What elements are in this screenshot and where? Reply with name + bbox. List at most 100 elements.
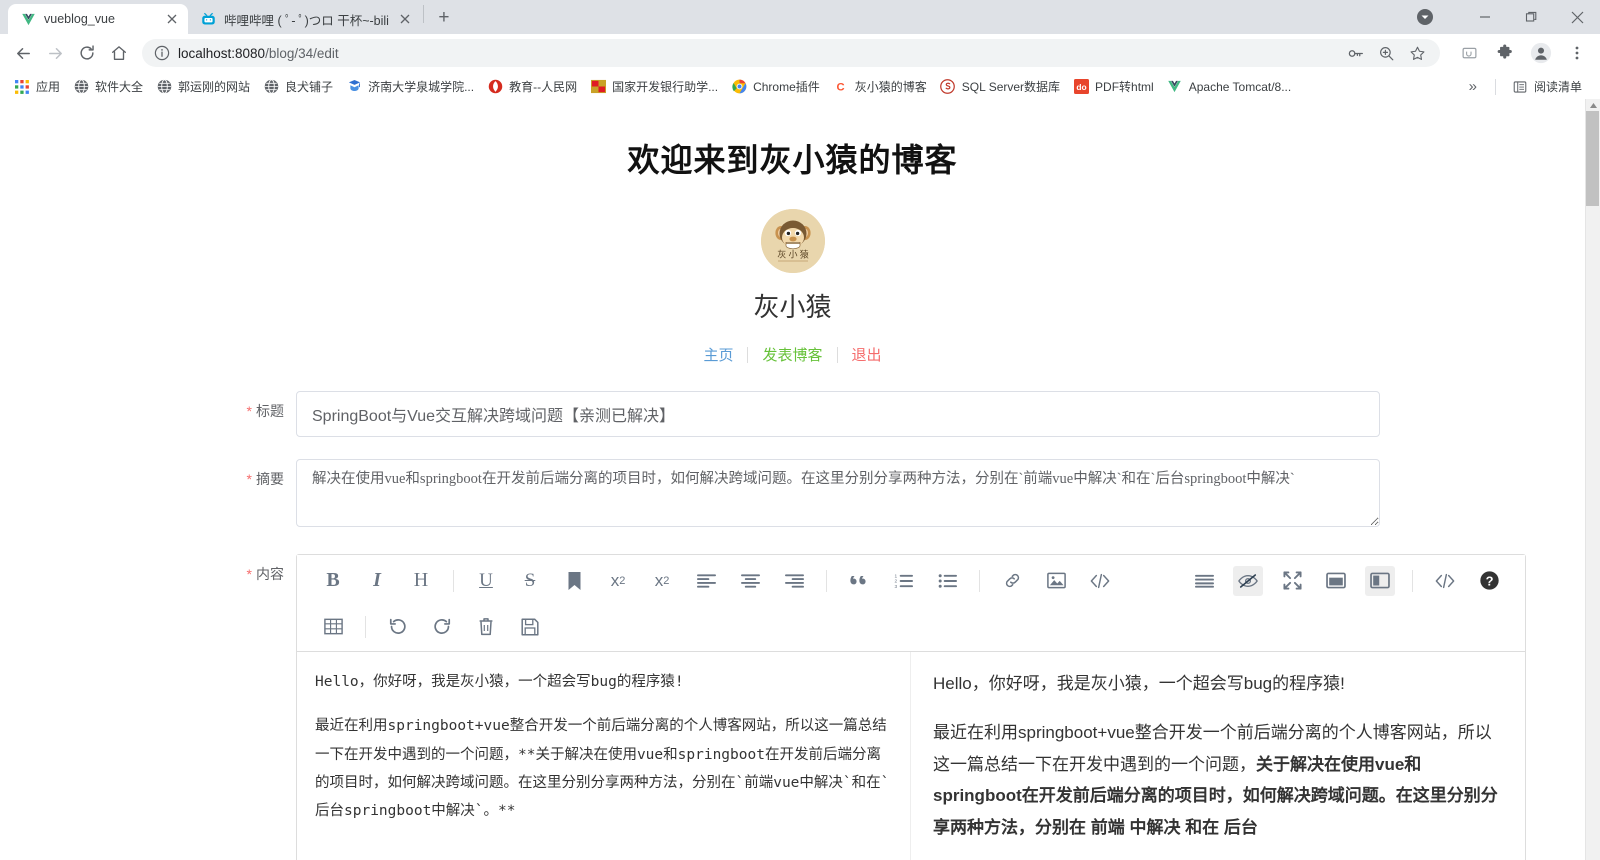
title-input[interactable]	[296, 391, 1380, 437]
svg-text:do: do	[1076, 82, 1086, 92]
align-left-icon[interactable]	[691, 566, 721, 596]
maximize-icon[interactable]	[1508, 0, 1554, 34]
bookmark-label: 教育--人民网	[509, 80, 578, 94]
browser-tab-inactive[interactable]: 哔哩哔哩 ( ﾟ- ﾟ)つロ 干杯~-bili	[188, 4, 421, 34]
title-field-label: * 标题	[0, 391, 296, 431]
reload-icon[interactable]	[72, 38, 102, 68]
bookmark-tomcat[interactable]: Apache Tomcat/8...	[1161, 76, 1298, 98]
form-spacer	[0, 437, 1585, 459]
bookmark-csdn-blog[interactable]: C 灰小猿的博客	[827, 75, 933, 98]
trash-icon[interactable]	[471, 612, 501, 642]
reading-list-label: 阅读清单	[1533, 80, 1582, 94]
url-text: localhost:8080/blog/34/edit	[178, 46, 1339, 61]
close-icon[interactable]	[1554, 0, 1600, 34]
minimize-icon[interactable]	[1462, 0, 1508, 34]
bilibili-icon	[200, 11, 216, 27]
form-spacer	[0, 532, 1585, 554]
bookmark-softwares[interactable]: 软件大全	[67, 75, 149, 98]
bookmark-pdf2html[interactable]: do PDF转html	[1067, 75, 1160, 98]
scroll-up-arrow-icon[interactable]	[1589, 101, 1598, 110]
toc-icon[interactable]	[1189, 566, 1219, 596]
home-icon[interactable]	[104, 38, 134, 68]
bookmark-people-edu[interactable]: 教育--人民网	[481, 75, 583, 98]
superscript-icon[interactable]: x2	[603, 566, 633, 596]
header-icon[interactable]: H	[406, 566, 436, 596]
page-scrollbar-track[interactable]	[1585, 99, 1600, 860]
markdown-toolbar-row-1: B I H U S x2 x 2 1 2 3 ?	[311, 557, 1511, 604]
profile-avatar-icon[interactable]	[1526, 38, 1556, 68]
preview-toggle-icon[interactable]	[1233, 565, 1263, 596]
address-bar[interactable]: localhost:8080/blog/34/edit	[142, 39, 1440, 67]
bookmark-cdb[interactable]: 国家开发银行助学...	[584, 75, 724, 98]
nav-link-publish[interactable]: 发表博客	[748, 344, 836, 365]
site-info-icon[interactable]	[154, 45, 170, 61]
media-router-icon[interactable]	[1454, 38, 1484, 68]
html-source-icon[interactable]	[1430, 566, 1460, 596]
forward-arrow-icon[interactable]	[40, 38, 70, 68]
help-icon[interactable]: ?	[1474, 566, 1504, 596]
zoom-in-icon[interactable]	[1378, 45, 1395, 62]
bookmark-label: 软件大全	[95, 80, 144, 94]
subscript-icon[interactable]: x2	[647, 566, 677, 596]
bookmark-university[interactable]: 济南大学泉城学院...	[340, 75, 480, 98]
page-scrollbar-thumb[interactable]	[1586, 111, 1599, 206]
bookmark-label: 灰小猿的博客	[854, 80, 927, 94]
undo-icon[interactable]	[383, 612, 413, 642]
url-host: localhost:8080	[178, 45, 266, 61]
profile-dropdown-icon[interactable]	[1402, 0, 1448, 34]
redo-icon[interactable]	[427, 612, 457, 642]
bookmark-star-icon[interactable]	[1409, 45, 1426, 62]
save-icon[interactable]	[515, 612, 545, 642]
bookmark-label: 济南大学泉城学院...	[368, 80, 475, 94]
bookmark-chrome-plugins[interactable]: Chrome插件	[725, 75, 826, 98]
bookmark-label: Chrome插件	[753, 80, 820, 94]
table-icon[interactable]	[318, 612, 348, 642]
toolbar-divider	[1494, 78, 1496, 95]
page-nav-links: 主页 发表博客 退出	[0, 344, 1585, 365]
chrome-menu-icon[interactable]	[1562, 38, 1592, 68]
quote-icon[interactable]	[844, 566, 874, 596]
code-icon[interactable]	[1085, 566, 1115, 596]
bookmark-label: 郭运刚的网站	[178, 80, 251, 94]
window-mode-icon[interactable]	[1321, 566, 1351, 596]
italic-icon[interactable]: I	[362, 566, 392, 596]
strikethrough-icon[interactable]: S	[515, 566, 545, 596]
underline-icon[interactable]: U	[471, 566, 501, 596]
key-icon[interactable]	[1347, 45, 1364, 62]
summary-textarea[interactable]: 解决在使用vue和springboot在开发前后端分离的项目时，如何解决跨域问题…	[296, 459, 1380, 527]
bold-icon[interactable]: B	[318, 566, 348, 596]
extensions-puzzle-icon[interactable]	[1490, 38, 1520, 68]
avatar[interactable]: 灰 小 猿	[760, 209, 825, 273]
image-icon[interactable]	[1041, 566, 1071, 596]
bookmark-sqlserver[interactable]: SQL Server数据库	[934, 75, 1066, 98]
link-icon[interactable]	[997, 566, 1027, 596]
close-icon[interactable]	[397, 11, 413, 27]
close-icon[interactable]	[164, 11, 180, 27]
bookmark-label: Apache Tomcat/8...	[1188, 79, 1292, 94]
reading-list-button[interactable]: 阅读清单	[1506, 75, 1588, 98]
nav-link-home[interactable]: 主页	[689, 344, 747, 365]
tab-strip: vueblog_vue 哔哩哔哩 ( ﾟ- ﾟ)つロ 干杯~-bili +	[0, 0, 458, 34]
align-right-icon[interactable]	[779, 566, 809, 596]
back-arrow-icon[interactable]	[8, 38, 38, 68]
browser-tab-active[interactable]: vueblog_vue	[8, 4, 188, 34]
bookmark-label: 应用	[36, 80, 61, 94]
bookmark-liangquanpuzi[interactable]: 良犬铺子	[257, 75, 339, 98]
bookmark-guoyungang[interactable]: 郭运刚的网站	[150, 75, 256, 98]
svg-text:?: ?	[1485, 573, 1493, 588]
chrome-icon	[731, 79, 747, 95]
bookmarks-overflow-button[interactable]: »	[1461, 78, 1485, 95]
nav-link-logout[interactable]: 退出	[838, 344, 896, 365]
split-view-icon[interactable]	[1365, 565, 1395, 596]
markdown-source-editor[interactable]: Hello，你好呀，我是灰小猿，一个超会写bug的程序猿! 最近在利用sprin…	[297, 652, 911, 860]
unordered-list-icon[interactable]	[932, 566, 962, 596]
blog-edit-page: 欢迎来到灰小猿的博客 灰 小 猿 灰小猿 主页 发表博客 退出 * 标题 Spr…	[0, 99, 1585, 860]
align-center-icon[interactable]	[735, 566, 765, 596]
new-tab-button[interactable]: +	[430, 4, 458, 32]
bookmark-apps[interactable]: 应用	[8, 75, 66, 98]
ordered-list-icon[interactable]: 123	[888, 566, 918, 596]
bookmark-icon[interactable]	[559, 566, 589, 596]
label-text: 内容	[256, 566, 284, 582]
fullscreen-icon[interactable]	[1277, 566, 1307, 596]
bookmark-label: 国家开发银行助学...	[612, 80, 719, 94]
